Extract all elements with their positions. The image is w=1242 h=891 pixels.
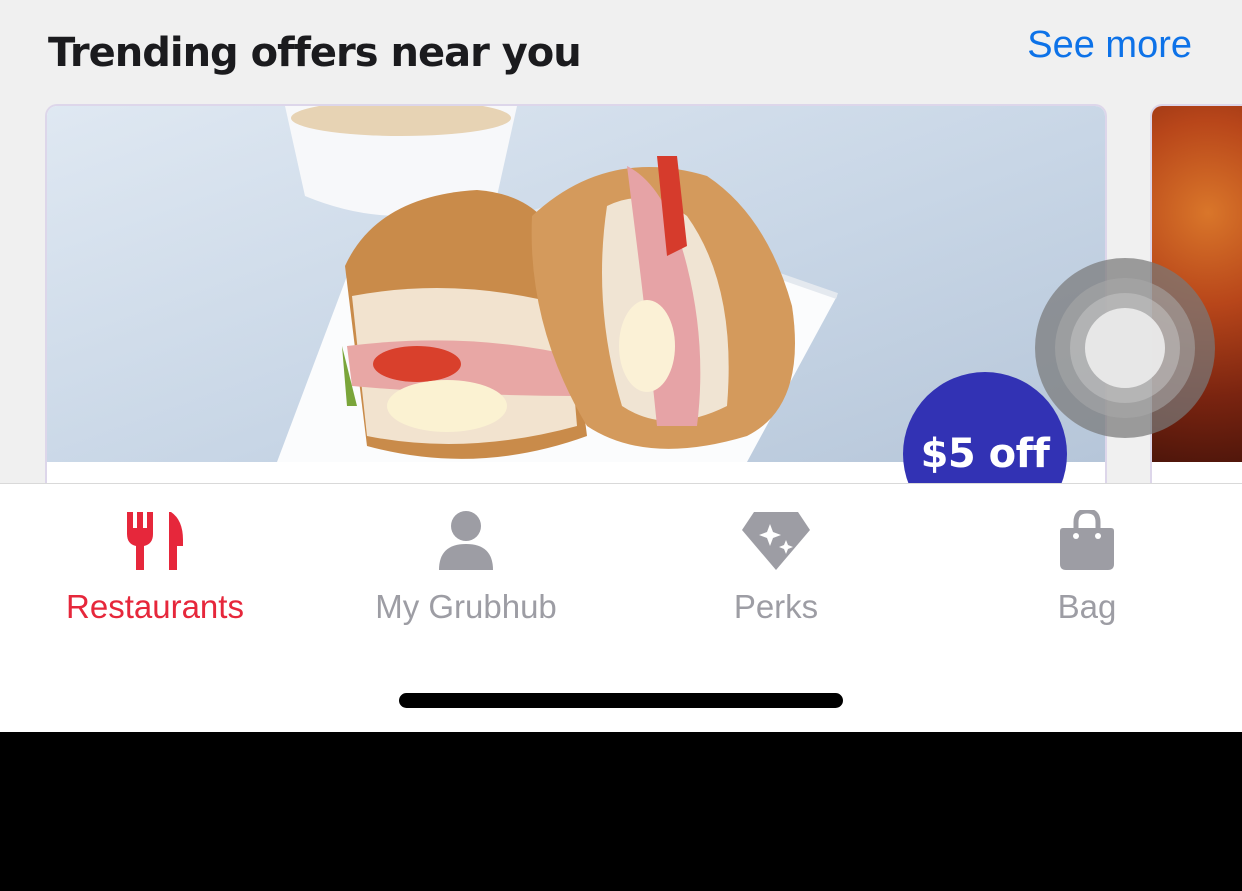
tab-my-grubhub[interactable]: My Grubhub	[311, 484, 621, 644]
see-more-link[interactable]: See more	[1027, 24, 1192, 67]
tab-bag[interactable]: Bag	[932, 484, 1242, 644]
shopping-bag-icon	[932, 510, 1242, 574]
tab-label: Bag	[1057, 588, 1117, 625]
tab-label: Restaurants	[66, 588, 244, 625]
section-title: Trending offers near you	[48, 30, 582, 76]
tab-label: Perks	[733, 588, 819, 625]
fork-knife-icon	[0, 510, 310, 574]
app-screen: Trending offers near you See more $5 off…	[0, 0, 1242, 732]
bottom-tab-bar: Restaurants My Grubhub Perks Bag	[0, 483, 1242, 732]
tab-perks[interactable]: Perks	[621, 484, 931, 644]
diamond-icon	[621, 510, 931, 574]
trending-offers-header: Trending offers near you See more	[0, 0, 1242, 100]
tab-label: My Grubhub	[375, 588, 557, 625]
assistive-touch-button[interactable]	[1035, 258, 1215, 438]
home-indicator[interactable]	[399, 693, 843, 708]
tab-restaurants[interactable]: Restaurants	[0, 484, 310, 644]
person-icon	[311, 510, 621, 574]
